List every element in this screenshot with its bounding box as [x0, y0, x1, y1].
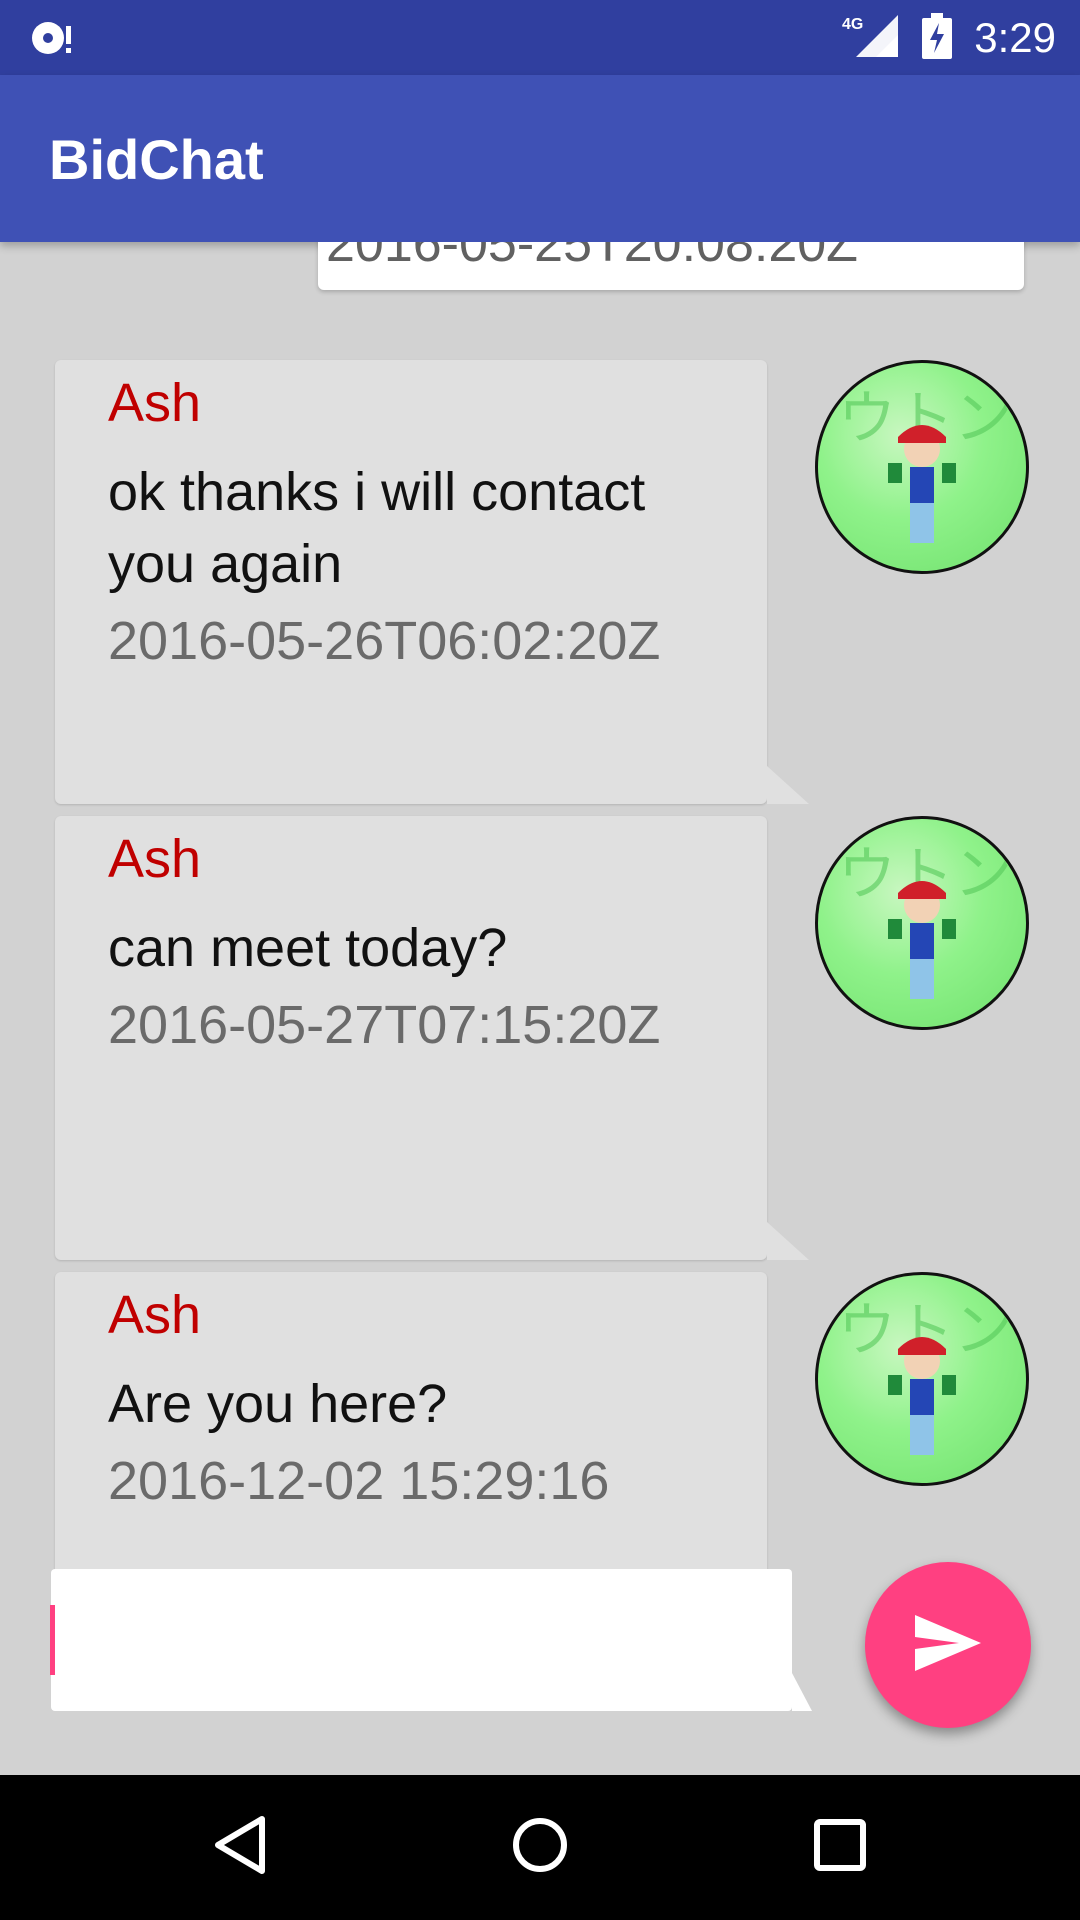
message-sender: Ash: [108, 829, 202, 889]
message-bubble: Ash can meet today? 2016-05-27T07:15:20Z: [55, 816, 767, 1260]
message-sender: Ash: [108, 373, 202, 433]
status-time: 3:29: [974, 14, 1056, 61]
battery-icon: [922, 13, 953, 63]
chat-list[interactable]: 2016-05-25T20:08:20Z Ash ok thanks i wil…: [0, 242, 1080, 1775]
recents-button[interactable]: [800, 1807, 880, 1887]
avatar[interactable]: ウトン: [815, 816, 1029, 1030]
message-timestamp: 2016-05-26T06:02:20Z: [108, 611, 661, 671]
back-icon: [212, 1815, 268, 1879]
sync-icon: [28, 16, 76, 62]
home-button[interactable]: [500, 1807, 580, 1887]
app-title: BidChat: [49, 128, 264, 191]
message-bubble: Ash Are you here? 2016-12-02 15:29:16: [55, 1272, 767, 1612]
message-timestamp: 2016-05-27T07:15:20Z: [108, 995, 661, 1055]
text-cursor: [50, 1605, 55, 1675]
message-input[interactable]: [51, 1569, 792, 1711]
message-timestamp: 2016-05-25T20:08:20Z: [326, 242, 858, 273]
message-item: Ash Are you here? 2016-12-02 15:29:16: [55, 1272, 767, 1612]
message-item: Ash ok thanks i will contact you again 2…: [55, 360, 809, 804]
message-input-container: [51, 1569, 792, 1711]
signal-icon: 4G: [842, 13, 900, 63]
message-text: can meet today?: [108, 918, 508, 978]
bubble-tail: [767, 1222, 809, 1260]
avatar[interactable]: ウトン: [815, 360, 1029, 574]
message-bubble: Ash ok thanks i will contact you again 2…: [55, 360, 767, 804]
back-button[interactable]: [200, 1807, 280, 1887]
recents-icon: [812, 1817, 868, 1877]
bubble-tail: [767, 766, 809, 804]
message-sender: Ash: [108, 1285, 202, 1345]
home-icon: [510, 1815, 570, 1879]
partial-message-bubble: 2016-05-25T20:08:20Z: [318, 242, 1024, 290]
send-button[interactable]: [865, 1562, 1031, 1728]
status-bar: 4G 3:29: [0, 0, 1080, 75]
message-text: ok thanks i will contact you again: [108, 462, 646, 594]
input-tail: [792, 1673, 812, 1711]
network-type-label: 4G: [842, 16, 863, 33]
message-text: Are you here?: [108, 1374, 448, 1434]
app-bar: BidChat: [0, 75, 1080, 242]
avatar[interactable]: ウトン: [815, 1272, 1029, 1486]
message-timestamp: 2016-12-02 15:29:16: [108, 1451, 610, 1511]
send-icon: [915, 1615, 981, 1675]
navigation-bar: [0, 1775, 1080, 1920]
message-item: Ash can meet today? 2016-05-27T07:15:20Z: [55, 816, 809, 1260]
